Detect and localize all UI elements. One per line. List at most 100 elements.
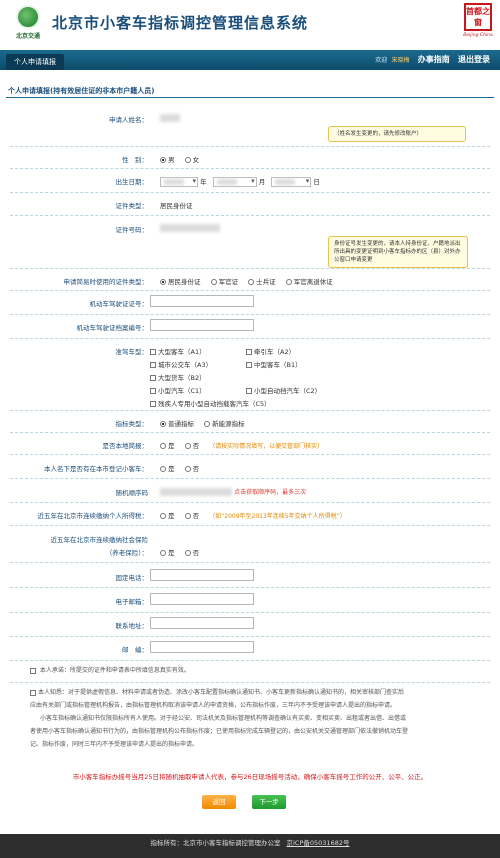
radio-icon	[248, 279, 255, 285]
license-no-input[interactable]	[150, 295, 254, 307]
has-car-no[interactable]: 否	[184, 463, 199, 473]
beijing-china-logo: 首都之窗 Beijing China	[462, 3, 494, 43]
checkbox-icon	[150, 349, 156, 355]
id-type-label: 证件类型：	[115, 202, 149, 210]
reg-type-soldier[interactable]: 士兵证	[248, 276, 276, 286]
radio-icon	[160, 443, 166, 449]
name-tip: （姓名发生变更的，请先修改账户）	[328, 126, 466, 142]
radio-icon	[184, 157, 191, 163]
reg-type-id[interactable]: 居民身份证	[160, 276, 201, 286]
vc-a3[interactable]: 城市公交车（A3）	[150, 359, 212, 369]
icp-link[interactable]: 京ICP备05031682号	[287, 839, 350, 847]
reg-type-officer[interactable]: 军官证	[210, 276, 238, 286]
system-title: 北京市小客车指标调控管理信息系统	[52, 14, 309, 32]
radio-icon	[184, 466, 191, 472]
gender-male[interactable]: 男	[160, 154, 175, 164]
name-label: 申请人姓名：	[109, 116, 148, 124]
promise-checkbox[interactable]	[30, 667, 36, 674]
footer: 指标所有：北京市小客车指标调控管理办公室 京ICP备05031682号	[0, 834, 500, 858]
radio-icon	[160, 550, 166, 556]
phone-label: 固定电话：	[115, 574, 149, 582]
divider	[10, 587, 490, 588]
local-reg-label: 是否本地简报：	[102, 442, 149, 450]
divider	[10, 682, 490, 683]
welcome-text: 欢迎	[375, 57, 388, 64]
divider	[10, 636, 490, 637]
checkbox-icon	[246, 362, 252, 368]
back-button[interactable]: 返回	[202, 795, 236, 809]
social-no[interactable]: 否	[184, 547, 199, 557]
notice-checkbox[interactable]	[30, 689, 36, 696]
guide-link[interactable]: 办事指南	[418, 55, 450, 64]
checkbox-icon	[150, 375, 156, 381]
vc-a1[interactable]: 大型客车（A1）	[150, 346, 206, 356]
section-divider	[6, 97, 494, 98]
vc-c5[interactable]: 残疾人专用小型自动挡载客汽车（C5）	[150, 398, 271, 408]
postcode-input[interactable]	[150, 641, 254, 653]
tax-no[interactable]: 否	[184, 510, 199, 520]
radio-icon	[204, 421, 211, 427]
logout-link[interactable]: 退出登录	[458, 55, 490, 64]
divider	[10, 454, 490, 455]
gender-options: 男 女	[160, 154, 207, 164]
address-label: 联系地址：	[115, 622, 149, 630]
user-name: 宋晓梅	[391, 57, 410, 64]
random-label: 随机顺序码	[115, 489, 149, 497]
month-unit: 月	[258, 178, 266, 186]
divider	[10, 432, 490, 433]
next-button[interactable]: 下一步	[252, 795, 286, 809]
tax-hint: （如“2009年至2013年连续5年交纳个人所得税”）	[209, 513, 346, 520]
brand-en: Beijing China	[463, 33, 493, 38]
local-reg-no[interactable]: 否	[184, 440, 199, 450]
vc-b2[interactable]: 大型货车（B2）	[150, 372, 206, 382]
quota-normal[interactable]: 普通指标	[160, 418, 194, 428]
license-no-label: 机动车驾驶证证号：	[89, 300, 149, 308]
divider	[10, 562, 490, 563]
local-reg-yes[interactable]: 是	[160, 440, 175, 450]
license-file-input[interactable]	[150, 319, 254, 331]
reg-type-retired[interactable]: 军官离退休证	[285, 276, 333, 286]
notice-block: 本人知悉：对于提供虚假信息、材料申请或者伪造、涂改小客车配置指标确认通知书、小客…	[30, 686, 490, 751]
divider	[10, 268, 490, 269]
tax-yes[interactable]: 是	[160, 510, 175, 520]
vc-a2[interactable]: 牵引车（A2）	[246, 346, 295, 356]
brand-seal: 首都之窗	[464, 3, 492, 31]
nav-right: 欢迎 宋晓梅 办事指南 退出登录	[369, 50, 490, 70]
radio-icon	[160, 279, 166, 285]
has-car-yes[interactable]: 是	[160, 463, 175, 473]
checkbox-icon	[246, 349, 252, 355]
notice-line-5: 记。指标作废，同时三年内不予受理该申请人提出的指标申请。	[30, 741, 199, 748]
phone-input[interactable]	[150, 569, 254, 581]
vc-c2[interactable]: 小型自动挡汽车（C2）	[246, 385, 321, 395]
radio-icon	[160, 513, 166, 519]
logo-emblem-icon	[16, 5, 40, 29]
id-type-value: 居民身份证	[160, 202, 193, 210]
checkbox-icon	[150, 401, 156, 407]
birth-year-select[interactable]	[160, 177, 198, 187]
email-input[interactable]	[150, 593, 254, 605]
quota-new-energy[interactable]: 新能源指标	[204, 418, 245, 428]
birth-day-select[interactable]	[271, 177, 312, 187]
random-value: 点击获取顺序码，最多三次	[160, 487, 306, 496]
vc-b1[interactable]: 中型客车（B1）	[246, 359, 302, 369]
id-tip: 身份证号发生变更的，请本人持身份证、户籍地派出所出具的变更证明到小客车指标办的区…	[328, 236, 468, 268]
radio-icon	[184, 443, 191, 449]
tab-personal-application[interactable]: 个人申请填报	[6, 54, 64, 70]
tax-options: 是 否 （如“2009年至2013年连续5年交纳个人所得税”）	[160, 510, 346, 520]
social-options: 是 否	[160, 547, 207, 557]
gender-female[interactable]: 女	[184, 154, 199, 164]
reg-type-options: 居民身份证 军官证 士兵证 军官离退休证	[160, 276, 341, 286]
radio-icon	[160, 466, 166, 472]
logo-text: 北京交通	[15, 33, 40, 40]
random-hint-link[interactable]: 点击获取顺序码，最多三次	[234, 489, 306, 496]
vc-c1[interactable]: 小型汽车（C1）	[150, 385, 206, 395]
notice-line-2: 应由有关部门或指标管理机构报告，由指标管理机构取消该申请人的申请资格，公布指标作…	[30, 702, 397, 709]
divider	[10, 338, 490, 339]
quota-type-options: 普通指标 新能源指标	[160, 418, 253, 428]
address-input[interactable]	[150, 617, 254, 629]
social-yes[interactable]: 是	[160, 547, 175, 557]
birth-label: 出生日期：	[115, 178, 149, 186]
birth-month-select[interactable]	[212, 177, 257, 187]
license-file-label: 机动车驾驶证档案编号：	[76, 324, 149, 332]
gender-label: 性 别：	[122, 156, 148, 164]
